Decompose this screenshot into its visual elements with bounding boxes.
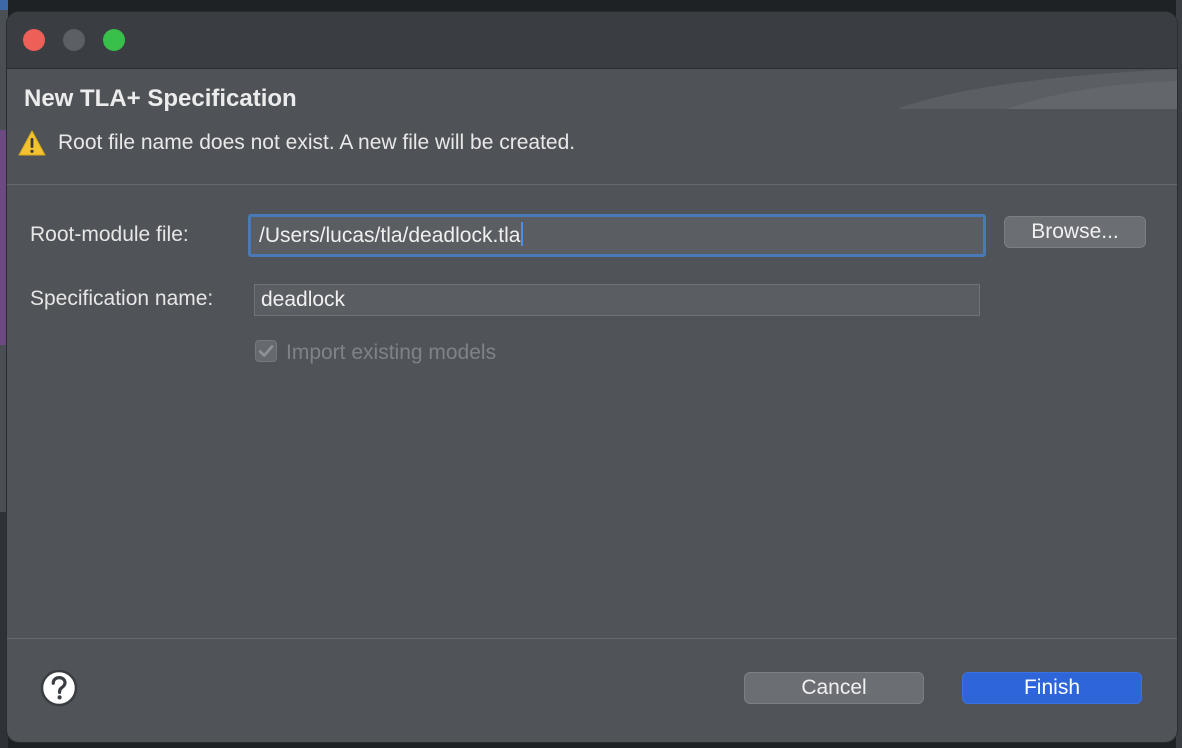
text-caret (521, 222, 524, 246)
header-banner-graphic (897, 69, 1177, 109)
browse-button[interactable]: Browse... (1004, 216, 1146, 248)
dialog-title: New TLA+ Specification (24, 85, 297, 112)
spec-name-label: Specification name: (30, 287, 214, 310)
desktop-strip (0, 0, 8, 10)
new-spec-dialog: New TLA+ Specification Root file name do… (7, 12, 1177, 742)
root-module-value: /Users/lucas/tla/deadlock.tla (259, 224, 521, 247)
spec-name-input[interactable]: deadlock (254, 284, 980, 316)
root-module-label: Root-module file: (30, 223, 189, 246)
root-module-input[interactable]: /Users/lucas/tla/deadlock.tla (248, 214, 986, 257)
cancel-button[interactable]: Cancel (744, 672, 924, 704)
warning-icon (18, 130, 46, 156)
spec-name-value: deadlock (261, 288, 346, 311)
dialog-header: New TLA+ Specification Root file name do… (7, 69, 1177, 185)
finish-button[interactable]: Finish (962, 672, 1142, 704)
close-window-button[interactable] (23, 29, 45, 51)
question-mark-icon[interactable] (40, 669, 78, 707)
minimize-window-button[interactable] (63, 29, 85, 51)
maximize-window-button[interactable] (103, 29, 125, 51)
checkmark-icon (258, 345, 274, 357)
warning-message: Root file name does not exist. A new fil… (58, 131, 576, 154)
title-bar (7, 12, 1177, 69)
import-models-label: Import existing models (286, 341, 497, 364)
import-models-checkbox[interactable] (255, 340, 277, 362)
footer-divider (7, 638, 1177, 639)
